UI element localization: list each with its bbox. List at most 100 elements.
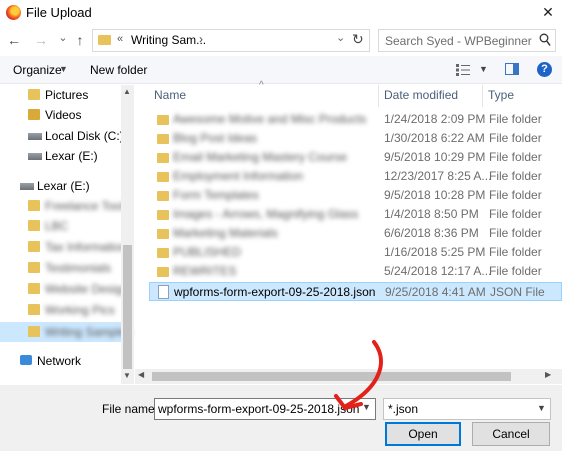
refresh-button[interactable]: ↻	[352, 31, 364, 48]
folder-row[interactable]: Marketing Materials 6/6/2018 8:36 PM File …	[149, 224, 562, 243]
search-icon[interactable]	[539, 33, 551, 47]
sidebar-item-label: Freelance Tools	[45, 199, 130, 213]
file-date-modified: 1/16/2018 5:25 PM	[384, 245, 486, 259]
open-button[interactable]: Open	[385, 422, 461, 446]
file-type-select[interactable]: *.json ▼	[383, 398, 551, 420]
scroll-right-arrow-icon[interactable]: ▶	[545, 370, 551, 379]
sidebar-item-label: Writing Samples	[45, 325, 133, 339]
title-bar: File Upload ✕	[0, 0, 562, 26]
search-placeholder: Search Syed - WPBeginner	[385, 34, 532, 48]
folder-icon	[157, 191, 169, 201]
file-type: File folder	[489, 188, 542, 202]
file-name: Email Marketing Mastery Course	[173, 150, 348, 164]
back-button[interactable]: ←	[6, 30, 22, 50]
file-date-modified: 9/25/2018 4:41 AM	[385, 285, 486, 299]
window-title: File Upload	[26, 5, 92, 20]
chevron-right-icon[interactable]: ›	[199, 32, 203, 46]
videos-icon	[28, 109, 40, 120]
new-folder-button[interactable]: New folder	[90, 63, 147, 77]
close-button[interactable]: ✕	[534, 0, 562, 24]
file-type: JSON File	[490, 285, 545, 299]
scroll-down-arrow-icon[interactable]: ▼	[123, 371, 131, 380]
address-dropdown-button[interactable]: ⌄	[336, 31, 345, 44]
column-header-date[interactable]: Date modified	[384, 88, 458, 102]
usb-drive-icon	[28, 153, 42, 160]
folder-icon	[157, 172, 169, 182]
file-type: File folder	[489, 226, 542, 240]
file-date-modified: 6/6/2018 8:36 PM	[384, 226, 479, 240]
cancel-button[interactable]: Cancel	[472, 422, 550, 446]
folder-icon	[28, 304, 40, 315]
view-menu-caret-icon[interactable]: ▼	[479, 64, 488, 74]
folder-row[interactable]: Blog Post Ideas 1/30/2018 6:22 AM File fol…	[149, 129, 562, 148]
chevron-down-icon[interactable]: ▼	[537, 403, 546, 413]
folder-row[interactable]: Email Marketing Mastery Course 9/5/2018 1…	[149, 148, 562, 167]
sidebar-item-label: Pictures	[45, 88, 89, 102]
navigation-scrollbar-thumb[interactable]	[123, 245, 132, 369]
sidebar-item-label: Working Pics	[45, 303, 115, 317]
sidebar-item-label: Tax Information	[45, 240, 128, 254]
caret-down-icon[interactable]: ▼	[59, 64, 68, 74]
file-type-value[interactable]: *.json	[388, 402, 418, 416]
file-type: File folder	[489, 169, 542, 183]
folder-icon	[157, 115, 169, 125]
folder-icon	[28, 241, 40, 252]
scroll-left-arrow-icon[interactable]: ◀	[138, 370, 144, 379]
folder-row[interactable]: REWRITES 5/24/2018 12:17 A... File folder	[149, 262, 562, 281]
file-name: PUBLISHED	[173, 245, 242, 259]
file-name: Blog Post Ideas	[173, 131, 258, 145]
folder-icon	[157, 134, 169, 144]
file-date-modified: 1/30/2018 6:22 AM	[384, 131, 485, 145]
search-input[interactable]: Search Syed - WPBeginner	[378, 29, 556, 52]
folder-icon	[157, 229, 169, 239]
folder-row[interactable]: Form Templates 9/5/2018 10:28 PM File fold…	[149, 186, 562, 205]
file-name: Marketing Materials	[173, 226, 278, 240]
sidebar-item-label: Lexar (E:)	[45, 149, 98, 163]
file-type: File folder	[489, 264, 542, 278]
pictures-icon	[28, 89, 40, 100]
sidebar-item-label: Lexar (E:)	[37, 179, 90, 193]
scroll-up-arrow-icon[interactable]: ▲	[123, 87, 131, 96]
file-date-modified: 1/24/2018 2:09 PM	[384, 112, 486, 126]
file-type: File folder	[489, 207, 542, 221]
file-date-modified: 5/24/2018 12:17 A...	[384, 264, 492, 278]
file-date-modified: 9/5/2018 10:28 PM	[384, 188, 486, 202]
folder-row[interactable]: Images - Arrows, Magnifying Glass 1/4/201…	[149, 205, 562, 224]
address-path[interactable]: Writing Sam...	[131, 33, 206, 47]
address-bar[interactable]: « Writing Sam... › ⌄ ↻	[92, 29, 370, 52]
folder-row[interactable]: Employment Information 12/23/2017 8:25 A.…	[149, 167, 562, 186]
usb-drive-icon	[20, 183, 34, 190]
view-options-icon[interactable]	[456, 64, 470, 76]
folder-icon	[157, 248, 169, 258]
folder-row[interactable]: PUBLISHED 1/16/2018 5:25 PM File folder	[149, 243, 562, 262]
file-date-modified: 9/5/2018 10:29 PM	[384, 150, 486, 164]
column-divider[interactable]	[378, 85, 379, 107]
column-divider[interactable]	[482, 85, 483, 107]
file-date-modified: 1/4/2018 8:50 PM	[384, 207, 479, 221]
sidebar-item-label: Network	[37, 354, 82, 368]
folder-icon	[157, 153, 169, 163]
folder-icon	[157, 267, 169, 277]
folder-icon	[28, 326, 40, 337]
sidebar-item-label: LBC	[45, 219, 69, 233]
red-annotation-arrow-icon	[334, 340, 383, 410]
forward-button[interactable]: →	[33, 30, 49, 50]
file-type: File folder	[489, 245, 542, 259]
file-name: Employment Information	[173, 169, 304, 183]
column-header-type[interactable]: Type	[488, 88, 514, 102]
column-header-name[interactable]: Name	[154, 88, 186, 102]
recent-locations-button[interactable]: ⌄	[55, 28, 71, 48]
preview-pane-icon[interactable]	[505, 63, 519, 75]
folder-icon	[28, 262, 40, 273]
file-row[interactable]: wpforms-form-export-09-25-2018.json 9/25/…	[149, 282, 562, 301]
file-name: Form Templates	[173, 188, 259, 202]
folder-icon	[98, 35, 111, 45]
json-file-icon	[158, 285, 169, 299]
help-icon[interactable]: ?	[537, 62, 552, 77]
sidebar-item-label: Website Design	[45, 282, 129, 296]
firefox-icon	[6, 5, 21, 20]
address-overflow-chevron[interactable]: «	[117, 33, 123, 45]
up-button[interactable]: ↑	[72, 30, 88, 50]
organize-button[interactable]: Organize	[13, 63, 62, 77]
folder-row[interactable]: Awesome Motive and Misc Products 1/24/201…	[149, 110, 562, 129]
